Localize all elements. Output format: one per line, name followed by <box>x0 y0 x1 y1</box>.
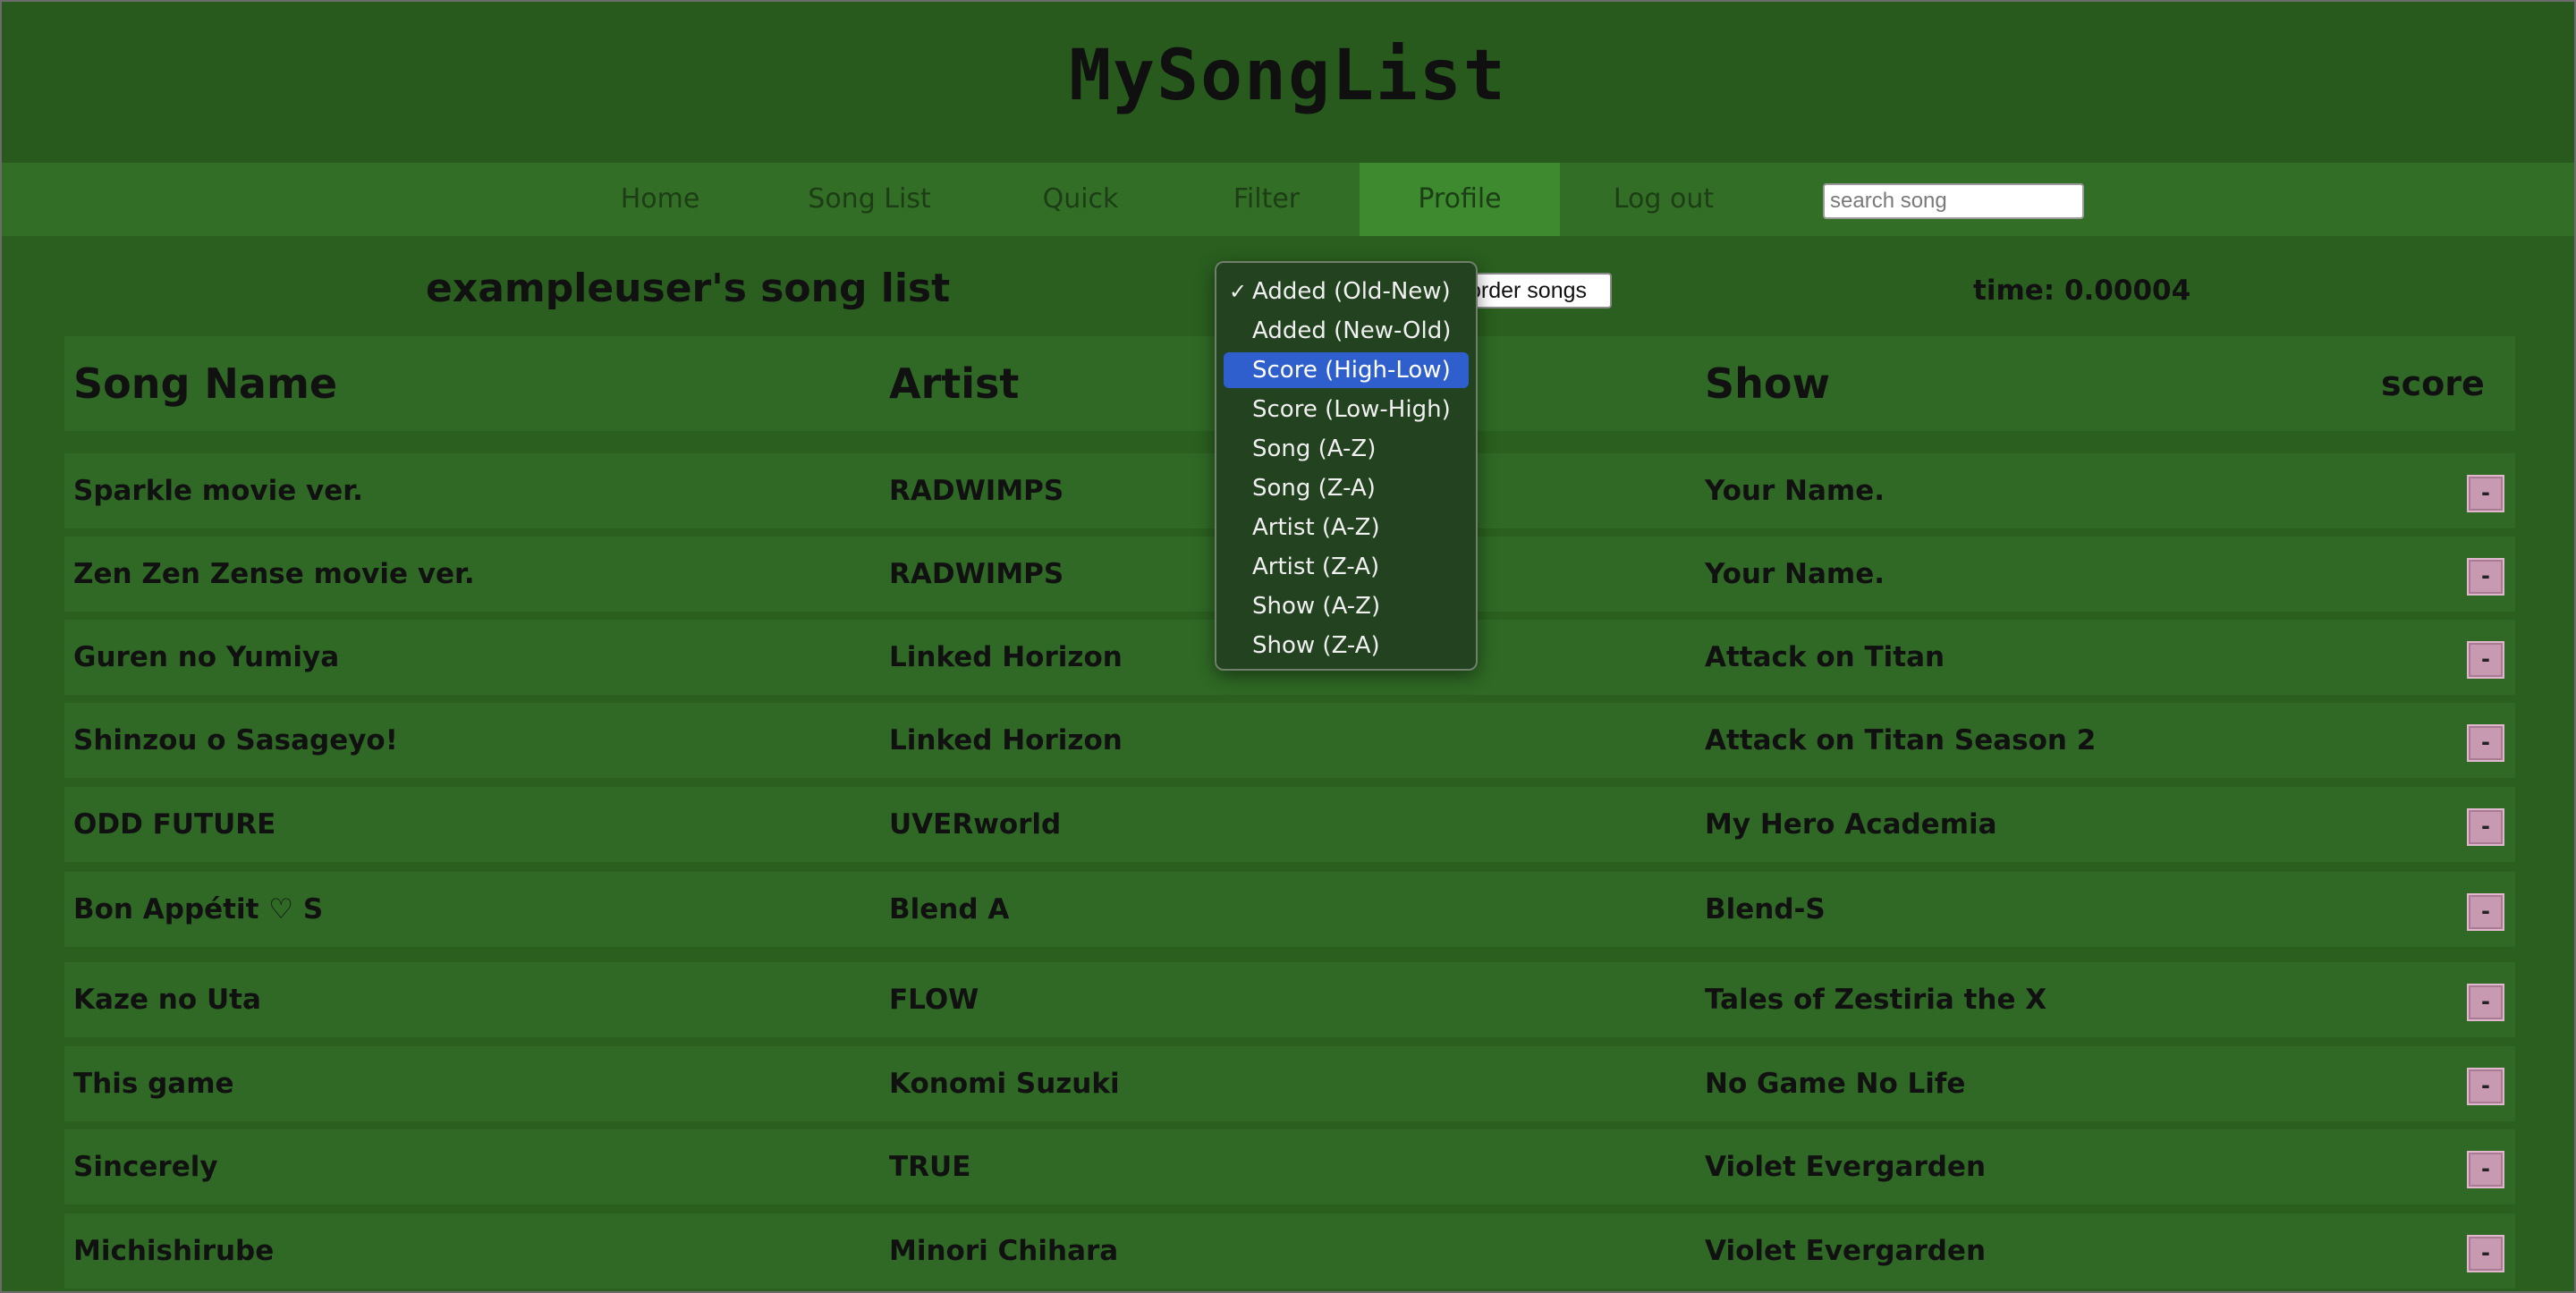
table-row: Kaze no Uta FLOW Tales of Zestiria the X… <box>64 962 2515 1037</box>
nav-log-out[interactable]: Log out <box>1580 163 1748 236</box>
remove-song-button[interactable]: - <box>2467 984 2504 1021</box>
sort-option-score-low-high[interactable]: Score (Low-High) <box>1224 392 1469 427</box>
show-name: Violet Evergarden <box>1705 1151 1987 1183</box>
song-name: ODD FUTURE <box>73 808 276 841</box>
remove-song-button[interactable]: - <box>2467 1235 2504 1272</box>
artist-name: Linked Horizon <box>889 724 1123 756</box>
song-name: Bon Appétit ♡ S <box>73 893 324 925</box>
song-name: Shinzou o Sasageyo! <box>73 724 398 756</box>
sort-option-added-old-new[interactable]: ✓ Added (Old-New) <box>1224 274 1469 309</box>
show-name: Violet Evergarden <box>1705 1235 1987 1267</box>
sort-option-artist-a-z[interactable]: Artist (A-Z) <box>1224 510 1469 545</box>
query-time: time: 0.00004 <box>1973 275 2191 307</box>
search-input[interactable] <box>1823 183 2084 219</box>
table-row: ODD FUTURE UVERworld My Hero Academia 8 … <box>64 787 2515 862</box>
table-row: Shinzou o Sasageyo! Linked Horizon Attac… <box>64 703 2515 778</box>
column-header-score: score <box>2381 364 2485 403</box>
column-header-show: Show <box>1705 359 1830 408</box>
artist-name: RADWIMPS <box>889 558 1064 590</box>
artist-name: Linked Horizon <box>889 641 1123 673</box>
app-header: MySongList <box>2 2 2574 163</box>
artist-name: Konomi Suzuki <box>889 1068 1120 1100</box>
nav-home[interactable]: Home <box>581 163 739 236</box>
remove-song-button[interactable]: - <box>2467 1068 2504 1105</box>
nav-quick[interactable]: Quick <box>1004 163 1157 236</box>
song-name: Sincerely <box>73 1151 218 1183</box>
artist-name: FLOW <box>889 984 979 1016</box>
song-name: Zen Zen Zense movie ver. <box>73 558 475 590</box>
artist-name: RADWIMPS <box>889 475 1064 507</box>
song-list-title: exampleuser's song list <box>426 266 951 311</box>
song-name: Kaze no Uta <box>73 984 261 1016</box>
remove-song-button[interactable]: - <box>2467 1151 2504 1188</box>
artist-name: TRUE <box>889 1151 971 1183</box>
table-row: Bon Appétit ♡ S Blend A Blend-S 7 - <box>64 872 2515 947</box>
remove-song-button[interactable]: - <box>2467 558 2504 596</box>
show-name: Blend-S <box>1705 893 1826 925</box>
sort-option-show-z-a[interactable]: Show (Z-A) <box>1224 628 1469 663</box>
table-row: Sincerely TRUE Violet Evergarden 10 - <box>64 1129 2515 1204</box>
sort-option-added-new-old[interactable]: Added (New-Old) <box>1224 313 1469 349</box>
table-row: Michishirube Minori Chihara Violet Everg… <box>64 1213 2515 1289</box>
artist-name: Minori Chihara <box>889 1235 1119 1267</box>
show-name: No Game No Life <box>1705 1068 1966 1100</box>
sort-option-song-z-a[interactable]: Song (Z-A) <box>1224 470 1469 506</box>
nav-bar: Home Song List Quick Filter Profile Log … <box>2 163 2574 236</box>
song-name: Guren no Yumiya <box>73 641 340 673</box>
show-name: Your Name. <box>1705 558 1885 590</box>
song-name: Michishirube <box>73 1235 275 1267</box>
show-name: Attack on Titan <box>1705 641 1945 673</box>
nav-filter[interactable]: Filter <box>1190 163 1343 236</box>
sort-option-score-high-low[interactable]: Score (High-Low) <box>1224 352 1469 388</box>
song-name: Sparkle movie ver. <box>73 475 363 507</box>
nav-profile[interactable]: Profile <box>1360 163 1560 236</box>
show-name: Tales of Zestiria the X <box>1705 984 2047 1016</box>
table-row: This game Konomi Suzuki No Game No Life … <box>64 1046 2515 1121</box>
sort-order-dropdown[interactable]: ✓ Added (Old-New) Added (New-Old) Score … <box>1215 261 1478 671</box>
remove-song-button[interactable]: - <box>2467 724 2504 762</box>
artist-name: Blend A <box>889 893 1010 925</box>
song-name: This game <box>73 1068 234 1100</box>
remove-song-button[interactable]: - <box>2467 893 2504 931</box>
sort-option-artist-z-a[interactable]: Artist (Z-A) <box>1224 549 1469 585</box>
show-name: Your Name. <box>1705 475 1885 507</box>
show-name: Attack on Titan Season 2 <box>1705 724 2097 756</box>
remove-song-button[interactable]: - <box>2467 475 2504 512</box>
nav-song-list[interactable]: Song List <box>780 163 959 236</box>
site-logo: MySongList <box>1069 36 1507 116</box>
artist-name: UVERworld <box>889 808 1062 841</box>
remove-song-button[interactable]: - <box>2467 808 2504 846</box>
remove-song-button[interactable]: - <box>2467 641 2504 679</box>
sort-option-label: Added (Old-New) <box>1252 278 1451 305</box>
column-header-song: Song Name <box>73 359 338 408</box>
show-name: My Hero Academia <box>1705 808 1997 841</box>
sort-option-song-a-z[interactable]: Song (A-Z) <box>1224 431 1469 467</box>
checkmark-icon: ✓ <box>1229 279 1248 304</box>
sort-option-show-a-z[interactable]: Show (A-Z) <box>1224 588 1469 624</box>
column-header-artist: Artist <box>889 359 1020 408</box>
